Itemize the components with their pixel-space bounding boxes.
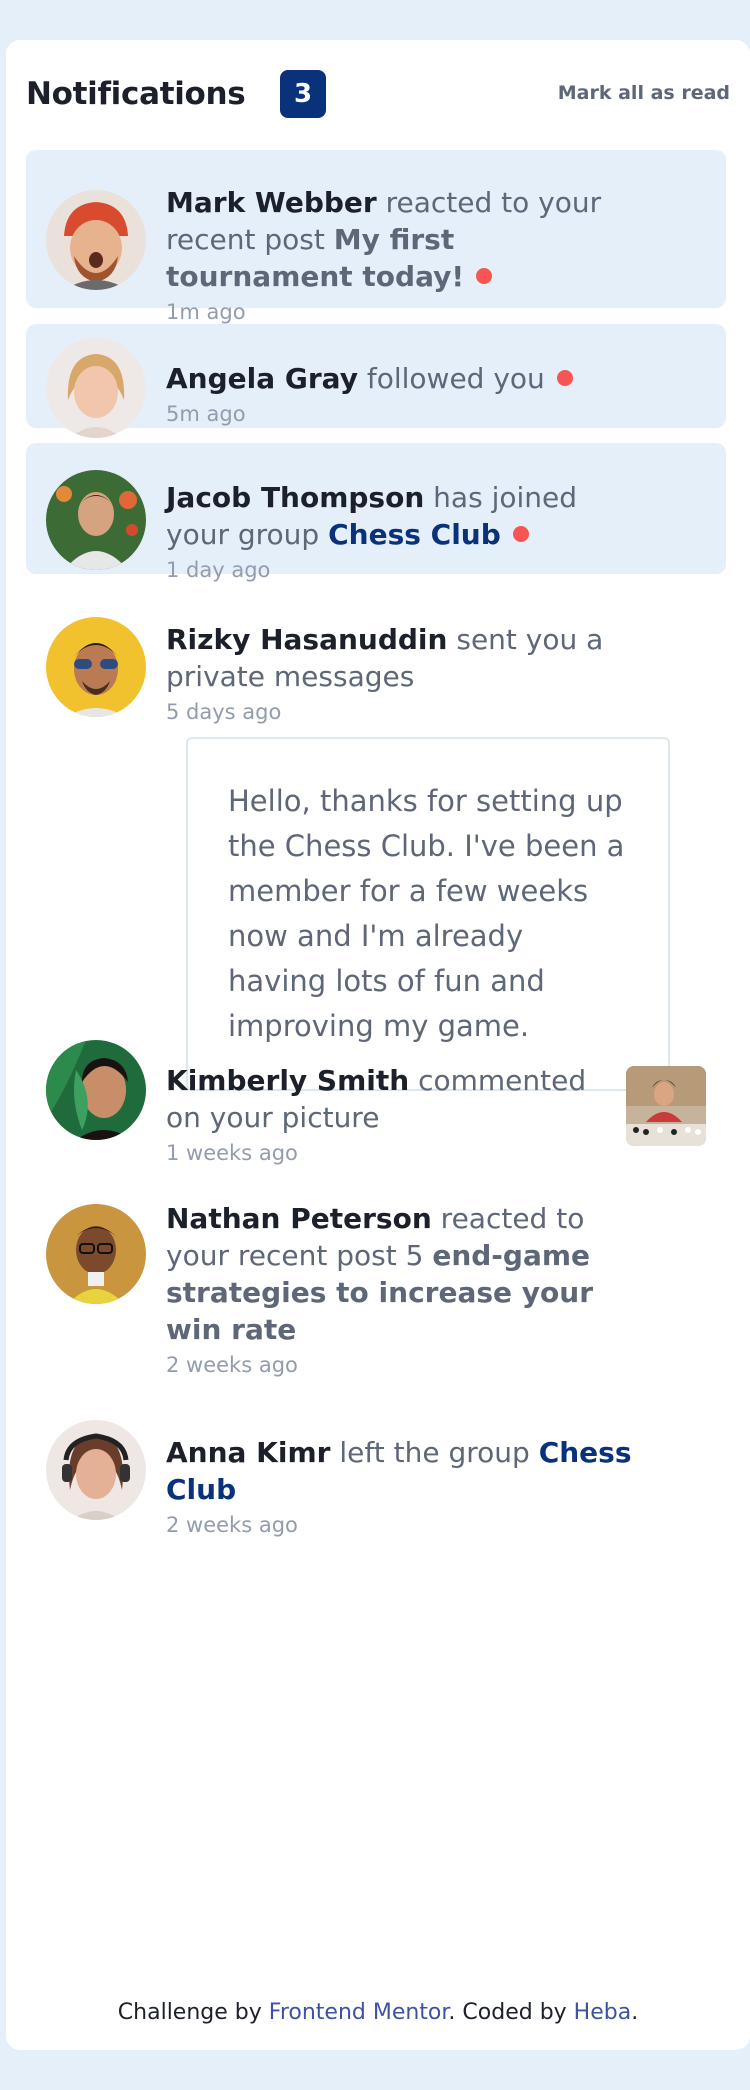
avatar-mark-webber-icon: [46, 190, 146, 290]
notification-action: followed you: [366, 362, 545, 395]
notification-text: Anna Kimr left the group Chess Club 2 we…: [166, 1434, 646, 1540]
notification-time: 1 day ago: [166, 558, 271, 582]
notification-text: Angela Gray followed you 5m ago: [166, 360, 646, 429]
notification-time: 1m ago: [166, 300, 246, 324]
avatar-nathan-peterson-icon: [46, 1204, 146, 1304]
page-title: Notifications: [26, 76, 246, 112]
mark-all-as-read-button[interactable]: Mark all as read: [558, 82, 730, 104]
notification-text: Mark Webber reacted to your recent post …: [166, 184, 646, 327]
notification-text: Nathan Peterson reacted to your recent p…: [166, 1200, 646, 1380]
avatar[interactable]: [46, 617, 146, 717]
avatar-angela-gray-icon: [46, 338, 146, 438]
attribution-footer: Challenge by Frontend Mentor. Coded by H…: [6, 2000, 750, 2025]
user-name[interactable]: Angela Gray: [166, 362, 358, 395]
private-message-box[interactable]: Hello, thanks for setting up the Chess C…: [186, 737, 670, 1091]
notification-item[interactable]: Rizky Hasanuddin sent you a private mess…: [26, 595, 726, 1091]
avatar[interactable]: [46, 1420, 146, 1520]
unread-count-badge: 3: [280, 70, 326, 118]
notification-action: left the group: [339, 1436, 530, 1469]
group-link[interactable]: Chess Club: [328, 518, 501, 551]
avatar-kimberly-smith-icon: [46, 1040, 146, 1140]
notifications-card: Notifications 3 Mark all as read Mark We…: [6, 40, 750, 2050]
chess-picture-thumbnail-icon: [626, 1066, 706, 1146]
notification-text: Rizky Hasanuddin sent you a private mess…: [166, 621, 646, 727]
user-name[interactable]: Kimberly Smith: [166, 1064, 409, 1097]
notification-time: 2 weeks ago: [166, 1513, 298, 1537]
footer-suffix: .: [631, 2000, 639, 2025]
user-name[interactable]: Rizky Hasanuddin: [166, 623, 447, 656]
avatar[interactable]: [46, 1040, 146, 1140]
user-name[interactable]: Mark Webber: [166, 186, 377, 219]
user-name[interactable]: Nathan Peterson: [166, 1202, 432, 1235]
notification-time: 1 weeks ago: [166, 1141, 298, 1165]
avatar-rizky-hasanuddin-icon: [46, 617, 146, 717]
notification-time: 5m ago: [166, 402, 246, 426]
avatar[interactable]: [46, 470, 146, 570]
notification-text: Jacob Thompson has joined your group Che…: [166, 479, 646, 585]
avatar-jacob-thompson-icon: [46, 470, 146, 570]
notification-item[interactable]: Nathan Peterson reacted to your recent p…: [26, 1200, 726, 1377]
notification-item[interactable]: Angela Gray followed you 5m ago: [26, 324, 726, 438]
notification-item[interactable]: Anna Kimr left the group Chess Club 2 we…: [26, 1420, 726, 1540]
notification-time: 2 weeks ago: [166, 1353, 298, 1377]
avatar[interactable]: [46, 190, 146, 290]
avatar[interactable]: [46, 338, 146, 438]
notification-item[interactable]: Mark Webber reacted to your recent post …: [26, 150, 726, 324]
commented-picture[interactable]: [626, 1066, 706, 1146]
author-link[interactable]: Heba: [574, 2000, 632, 2025]
notification-item[interactable]: Jacob Thompson has joined your group Che…: [26, 443, 726, 582]
notification-time: 5 days ago: [166, 700, 282, 724]
avatar-anna-kimr-icon: [46, 1420, 146, 1520]
notification-item[interactable]: Kimberly Smith commented on your picture…: [26, 1040, 726, 1170]
avatar[interactable]: [46, 1204, 146, 1304]
unread-dot-icon: [556, 370, 573, 386]
frontend-mentor-link[interactable]: Frontend Mentor: [269, 2000, 449, 2025]
user-name[interactable]: Jacob Thompson: [166, 481, 424, 514]
unread-dot-icon: [476, 268, 493, 284]
unread-dot-icon: [512, 526, 529, 542]
user-name[interactable]: Anna Kimr: [166, 1436, 330, 1469]
notification-text: Kimberly Smith commented on your picture…: [166, 1062, 606, 1168]
notifications-header: Notifications 3 Mark all as read: [26, 70, 730, 118]
footer-middle: . Coded by: [448, 2000, 567, 2025]
footer-prefix: Challenge by: [117, 2000, 262, 2025]
